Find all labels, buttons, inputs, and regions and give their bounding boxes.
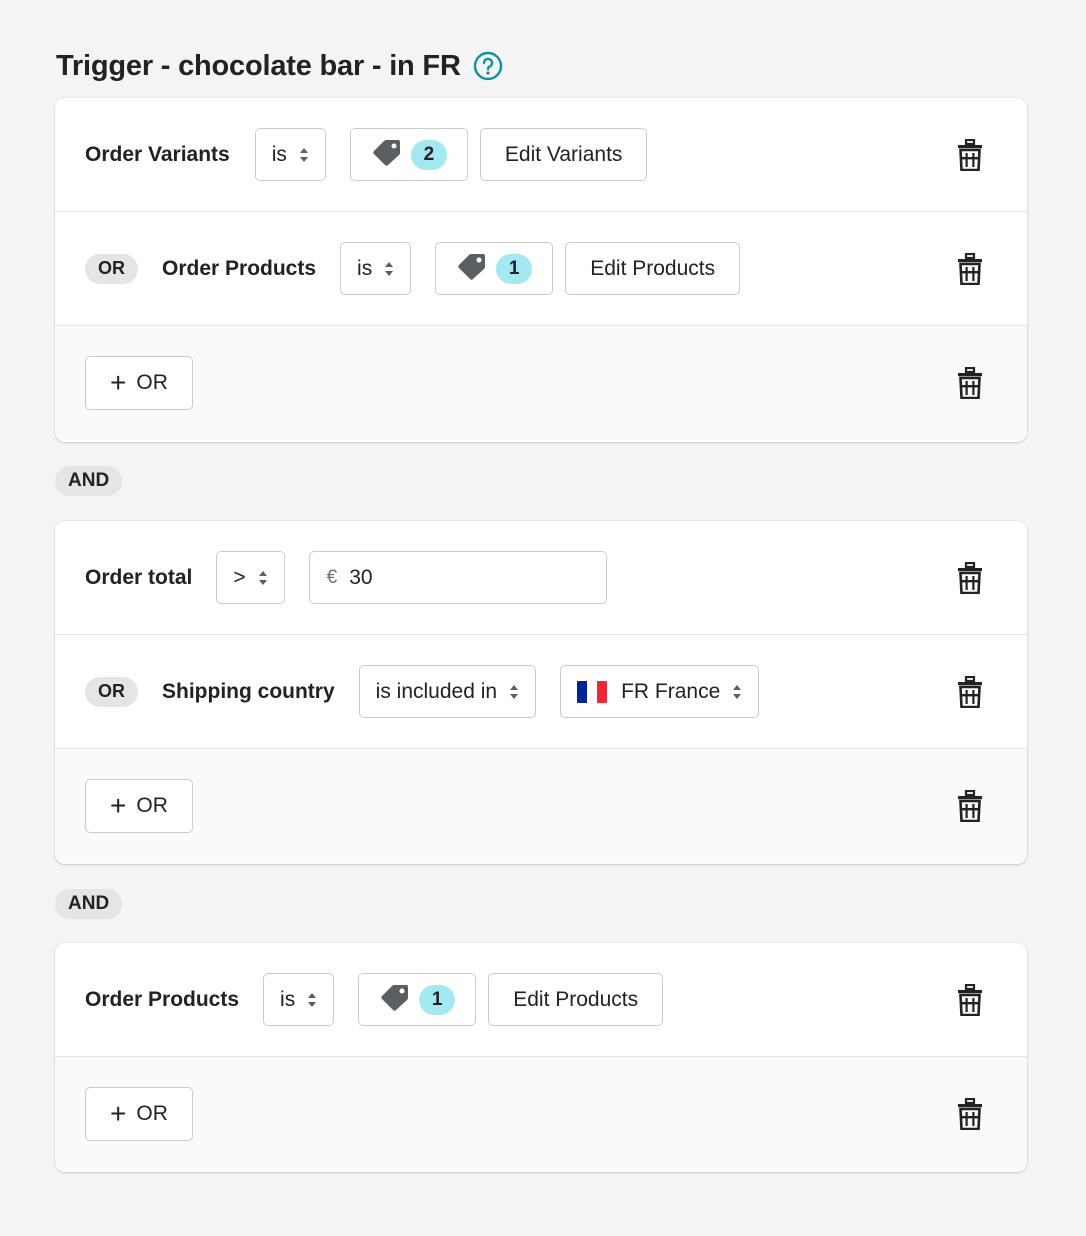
france-flag-icon bbox=[577, 680, 608, 703]
condition-field-label: Order Variants bbox=[85, 142, 230, 166]
add-or-row: + OR bbox=[55, 1057, 1027, 1171]
and-connector: AND bbox=[55, 889, 123, 919]
order-total-input[interactable]: € 30 bbox=[308, 551, 607, 604]
add-or-row: + OR bbox=[55, 749, 1027, 863]
add-or-label: OR bbox=[136, 1102, 168, 1125]
trash-icon[interactable] bbox=[957, 983, 983, 1016]
question-circle-icon[interactable] bbox=[473, 51, 503, 81]
header: Trigger - chocolate bar - in FR bbox=[56, 44, 503, 88]
currency-prefix: € bbox=[326, 566, 338, 588]
operator-select[interactable]: is bbox=[340, 242, 412, 295]
operator-select[interactable]: is bbox=[263, 973, 335, 1026]
add-or-button[interactable]: + OR bbox=[85, 779, 193, 833]
operator-select[interactable]: > bbox=[216, 551, 285, 604]
and-connector: AND bbox=[55, 466, 123, 496]
country-select[interactable]: FR France bbox=[560, 665, 760, 718]
trash-icon[interactable] bbox=[957, 367, 983, 399]
country-value: FR France bbox=[621, 679, 721, 703]
condition-field-label: Order total bbox=[85, 565, 193, 589]
condition-field-label: Order Products bbox=[162, 256, 317, 280]
count-badge: 2 bbox=[410, 139, 447, 170]
plus-icon: + bbox=[110, 367, 127, 398]
trash-icon[interactable] bbox=[957, 252, 983, 285]
add-or-row: + OR bbox=[55, 326, 1027, 440]
operator-value: is bbox=[357, 256, 373, 280]
add-or-label: OR bbox=[136, 794, 168, 817]
operator-select[interactable]: is bbox=[254, 128, 326, 181]
select-arrows-icon bbox=[509, 684, 519, 700]
edit-products-button[interactable]: Edit Products bbox=[565, 242, 741, 295]
condition-field-label: Order Products bbox=[85, 987, 240, 1011]
tag-icon bbox=[371, 138, 401, 172]
condition-row: Order Products is 1 Edit Products bbox=[55, 943, 1027, 1057]
or-badge: OR bbox=[85, 676, 138, 707]
count-badge: 1 bbox=[496, 253, 533, 284]
select-arrows-icon bbox=[299, 147, 309, 163]
selected-variants-button[interactable]: 2 bbox=[349, 128, 468, 181]
selected-products-button[interactable]: 1 bbox=[358, 973, 477, 1026]
plus-icon: + bbox=[110, 1098, 127, 1129]
tag-icon bbox=[379, 983, 409, 1017]
edit-products-button[interactable]: Edit Products bbox=[488, 973, 664, 1026]
operator-value: is bbox=[280, 987, 296, 1011]
condition-group-2: Order total > € 30 OR Shipping country i… bbox=[55, 521, 1027, 864]
select-arrows-icon bbox=[258, 570, 268, 586]
select-arrows-icon bbox=[307, 992, 317, 1008]
condition-row: Order Variants is 2 Edit Variants bbox=[55, 98, 1027, 212]
condition-group-1: Order Variants is 2 Edit Variants OR Ord… bbox=[55, 98, 1027, 442]
select-arrows-icon bbox=[384, 261, 394, 277]
tag-icon bbox=[456, 252, 486, 286]
selected-products-button[interactable]: 1 bbox=[435, 242, 554, 295]
add-or-button[interactable]: + OR bbox=[85, 356, 193, 410]
select-arrows-icon bbox=[732, 684, 742, 700]
operator-value: is bbox=[271, 142, 287, 166]
trash-icon[interactable] bbox=[957, 138, 983, 171]
trash-icon[interactable] bbox=[957, 790, 983, 822]
trash-icon[interactable] bbox=[957, 1098, 983, 1130]
order-total-value: 30 bbox=[349, 565, 373, 589]
add-or-label: OR bbox=[136, 371, 168, 394]
edit-variants-button[interactable]: Edit Variants bbox=[479, 128, 648, 181]
count-badge: 1 bbox=[419, 984, 456, 1015]
add-or-button[interactable]: + OR bbox=[85, 1087, 193, 1141]
trash-icon[interactable] bbox=[957, 675, 983, 708]
condition-field-label: Shipping country bbox=[162, 679, 335, 703]
trash-icon[interactable] bbox=[957, 561, 983, 594]
page-title: Trigger - chocolate bar - in FR bbox=[56, 49, 461, 82]
condition-row: Order total > € 30 bbox=[55, 521, 1027, 635]
operator-select[interactable]: is included in bbox=[358, 665, 537, 718]
operator-value: > bbox=[233, 565, 246, 589]
operator-value: is included in bbox=[375, 679, 498, 703]
plus-icon: + bbox=[110, 790, 127, 821]
condition-row: OR Order Products is 1 Edit Products bbox=[55, 212, 1027, 326]
or-badge: OR bbox=[85, 253, 138, 284]
condition-row: OR Shipping country is included in FR Fr… bbox=[55, 635, 1027, 749]
condition-group-3: Order Products is 1 Edit Products + OR bbox=[55, 943, 1027, 1172]
